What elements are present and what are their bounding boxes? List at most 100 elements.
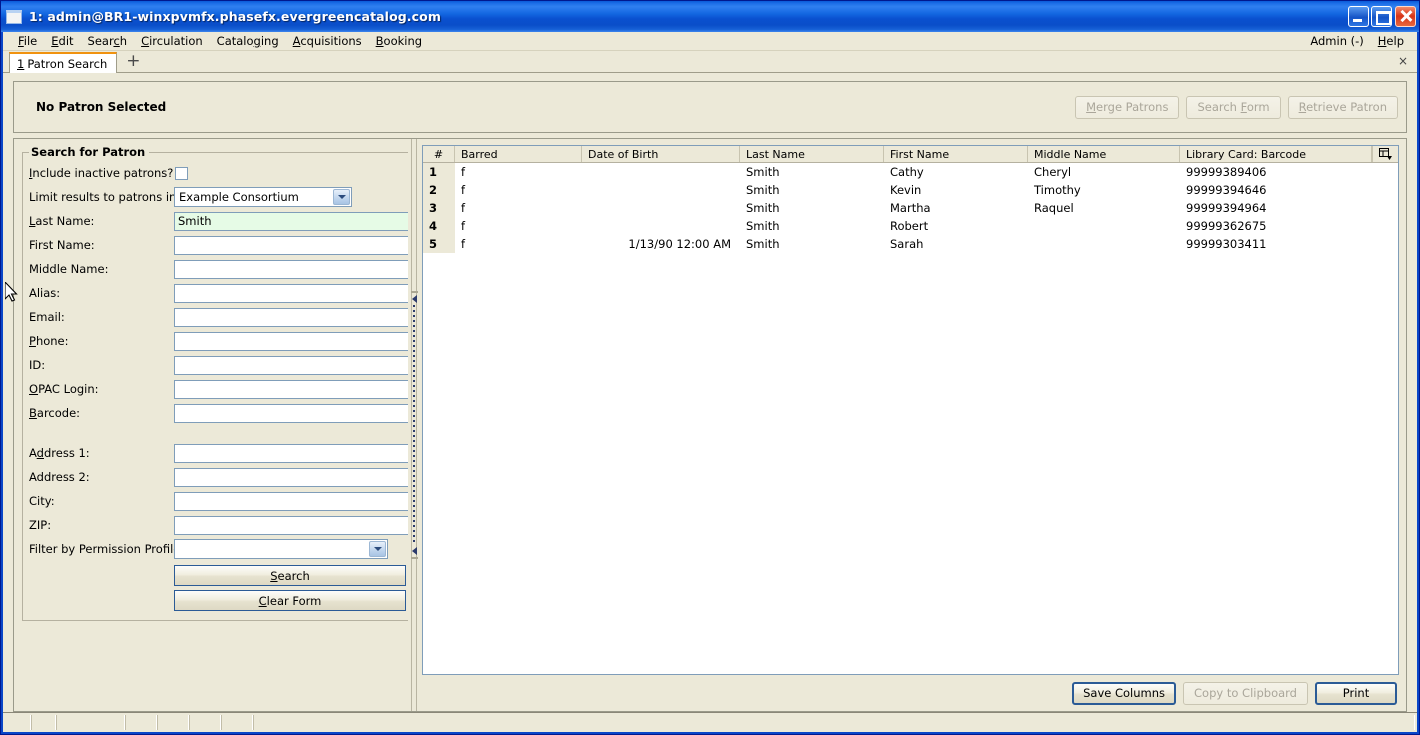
limit-results-value: Example Consortium [179,190,299,204]
menu-bar: File Edit Search Circulation Cataloging … [3,32,1417,51]
cell-dob [582,163,740,181]
alias-input[interactable] [174,283,410,303]
column-picker-glyph [1379,148,1392,160]
minimize-button[interactable] [1348,6,1369,27]
status-cell [125,715,157,730]
copy-to-clipboard-button[interactable]: Copy to Clipboard [1183,681,1308,705]
column-picker-icon[interactable] [1372,146,1398,162]
table-row[interactable]: 1 f Smith Cathy Cheryl 99999389406 [423,163,1398,181]
cell-barcode: 99999362675 [1186,219,1267,233]
menu-booking[interactable]: Booking [369,33,429,49]
clear-form-button[interactable]: Clear Form [174,590,406,611]
cell-dob [582,199,740,217]
table-row[interactable]: 2 f Smith Kevin Timothy 99999394646 [423,181,1398,199]
column-header-library-card-barcode[interactable]: Library Card: Barcode [1180,146,1372,162]
status-cell [157,715,189,730]
city-input[interactable] [174,491,410,511]
splitter-grip [413,305,415,425]
cell-barcode: 99999394646 [1186,183,1267,197]
row-alias: Alias: [29,281,410,305]
search-for-patron-group: Search for Patron Include inactive patro… [22,145,417,621]
close-tab-button[interactable]: × [1398,54,1417,70]
opac-login-input[interactable] [174,379,410,399]
cell-barred: f [461,183,466,197]
first-name-label: First Name: [29,238,95,252]
menu-acquisitions[interactable]: Acquisitions [286,33,369,49]
barcode-input[interactable] [174,403,410,423]
address2-input[interactable] [174,467,410,487]
cell-spacer [1372,163,1398,181]
column-header-middle-name[interactable]: Middle Name [1028,146,1180,162]
column-header-date-of-birth[interactable]: Date of Birth [582,146,740,162]
cell-first: Sarah [890,237,924,251]
first-name-input[interactable] [174,235,410,255]
row-middle-name: Middle Name: [29,257,410,281]
close-button[interactable] [1395,6,1416,27]
results-pane: # Barred Date of Birth Last Name First N… [420,138,1407,712]
limit-results-label: Limit results to patrons in [29,190,177,204]
cell-spacer [1372,181,1398,199]
last-name-label: Last Name: [29,214,95,228]
menu-circulation[interactable]: Circulation [134,33,210,49]
maximize-button[interactable] [1371,6,1392,27]
search-group-legend: Search for Patron [31,145,146,159]
menu-admin[interactable]: Admin (-) [1303,33,1370,49]
cell-barred: f [461,201,466,215]
include-inactive-checkbox[interactable] [175,166,188,180]
id-label: ID: [29,358,46,372]
tab-strip: 1 Patron Search + × [3,51,1417,73]
cell-spacer [1372,217,1398,235]
last-name-input[interactable] [174,211,410,231]
menu-help[interactable]: Help [1371,33,1411,49]
menu-cataloging[interactable]: Cataloging [210,33,286,49]
table-row[interactable]: 3 f Smith Martha Raquel 99999394964 [423,199,1398,217]
cell-first: Martha [890,201,931,215]
row-opac-login: OPAC Login: [29,377,410,401]
menu-search[interactable]: Search [81,33,135,49]
cell-middle [1028,217,1180,235]
search-form-button[interactable]: Search Form [1186,95,1281,119]
table-row[interactable]: 5 f 1/13/90 12:00 AM Smith Sarah 99999303411 [423,235,1398,253]
email-input[interactable] [174,307,410,327]
zip-input[interactable] [174,515,410,535]
merge-patrons-button[interactable]: Merge Patrons [1075,95,1180,119]
application-window: 1: admin@BR1-winxpvmfx.phasefx.evergreen… [0,0,1420,735]
column-header-first-name[interactable]: First Name [884,146,1028,162]
cell-num: 1 [423,163,455,181]
alias-label: Alias: [29,286,61,300]
save-columns-button[interactable]: Save Columns [1072,681,1177,705]
menu-edit[interactable]: Edit [44,33,80,49]
cell-barcode: 99999394964 [1186,201,1267,215]
menu-file[interactable]: File [11,33,44,49]
row-barcode: Barcode: [29,401,410,425]
splitter-collapse-left-icon-2[interactable] [411,547,417,555]
row-limit-results: Limit results to patrons in Example Cons… [29,185,410,209]
address1-input[interactable] [174,443,410,463]
cell-barred: f [461,219,466,233]
phone-input[interactable] [174,331,410,351]
row-zip: ZIP: [29,513,410,537]
search-button[interactable]: Search [174,565,406,586]
id-input[interactable] [174,355,410,375]
row-last-name: Last Name: [29,209,410,233]
splitter-collapse-left-icon[interactable] [411,295,417,303]
column-header-barred[interactable]: Barred [455,146,582,162]
patron-action-buttons: Merge Patrons Search Form Retrieve Patro… [1075,95,1398,119]
cell-num: 3 [423,199,455,217]
limit-results-select[interactable]: Example Consortium [174,187,352,207]
pane-splitter[interactable] [408,138,420,712]
status-cell [221,715,253,730]
cell-barred: f [461,165,466,179]
permission-profile-select[interactable] [174,539,388,559]
column-header-num[interactable]: # [423,146,455,162]
new-tab-button[interactable]: + [117,52,148,71]
print-button[interactable]: Print [1315,681,1397,705]
cell-first: Cathy [890,165,924,179]
window-icon [6,9,22,24]
column-header-last-name[interactable]: Last Name [740,146,884,162]
table-row[interactable]: 4 f Smith Robert 99999362675 [423,217,1398,235]
middle-name-input[interactable] [174,259,410,279]
chevron-down-icon [333,189,350,205]
retrieve-patron-button[interactable]: Retrieve Patron [1287,95,1398,119]
tab-patron-search[interactable]: 1 Patron Search [9,52,118,73]
